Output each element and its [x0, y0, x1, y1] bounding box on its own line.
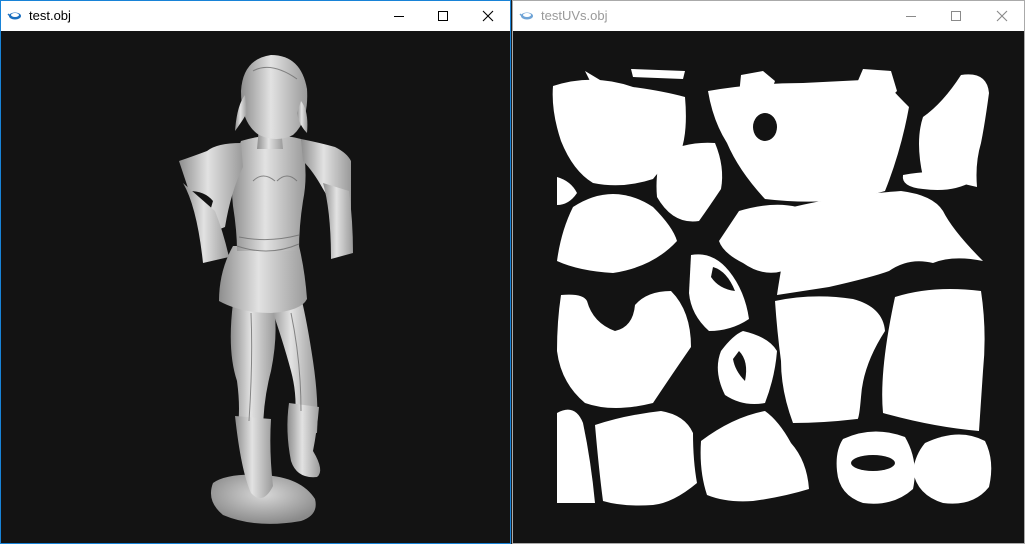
- 3d-viewport[interactable]: [1, 31, 510, 543]
- minimize-button[interactable]: [376, 1, 422, 31]
- figure-model: [179, 55, 353, 499]
- minimize-button[interactable]: [888, 1, 934, 31]
- uv-island: [919, 74, 989, 187]
- uv-island: [557, 194, 677, 273]
- window-title: testUVs.obj: [541, 8, 608, 23]
- window-title: test.obj: [29, 8, 71, 23]
- uv-island: [557, 291, 691, 408]
- uv-island: [689, 254, 749, 331]
- uv-island: [557, 409, 595, 503]
- teapot-icon: [7, 12, 21, 20]
- minimize-icon: [906, 16, 916, 17]
- maximize-button[interactable]: [933, 1, 979, 31]
- close-button[interactable]: [979, 1, 1024, 31]
- maximize-icon: [438, 11, 448, 21]
- maximize-icon: [951, 11, 961, 21]
- uv-layout: [552, 69, 992, 506]
- model-window[interactable]: test.obj: [0, 0, 511, 544]
- uv-island: [775, 296, 885, 423]
- uv-island: [913, 434, 992, 504]
- uv-island: [717, 331, 777, 404]
- uv-island: [557, 177, 577, 205]
- uv-island: [595, 411, 697, 506]
- close-icon: [996, 10, 1008, 22]
- uv-island: [656, 142, 723, 222]
- model-render: [179, 55, 353, 524]
- maximize-button[interactable]: [420, 1, 466, 31]
- minimize-icon: [394, 16, 404, 17]
- uv-island: [631, 69, 685, 79]
- uv-window[interactable]: testUVs.obj: [512, 0, 1025, 544]
- teapot-icon: [519, 12, 533, 20]
- uv-island: [777, 191, 983, 295]
- uv-island: [882, 289, 985, 431]
- close-icon: [482, 10, 494, 22]
- title-bar[interactable]: test.obj: [1, 1, 510, 31]
- title-bar[interactable]: testUVs.obj: [513, 1, 1024, 31]
- uv-viewport[interactable]: [513, 31, 1024, 543]
- close-button[interactable]: [465, 1, 510, 31]
- uv-island: [700, 411, 809, 502]
